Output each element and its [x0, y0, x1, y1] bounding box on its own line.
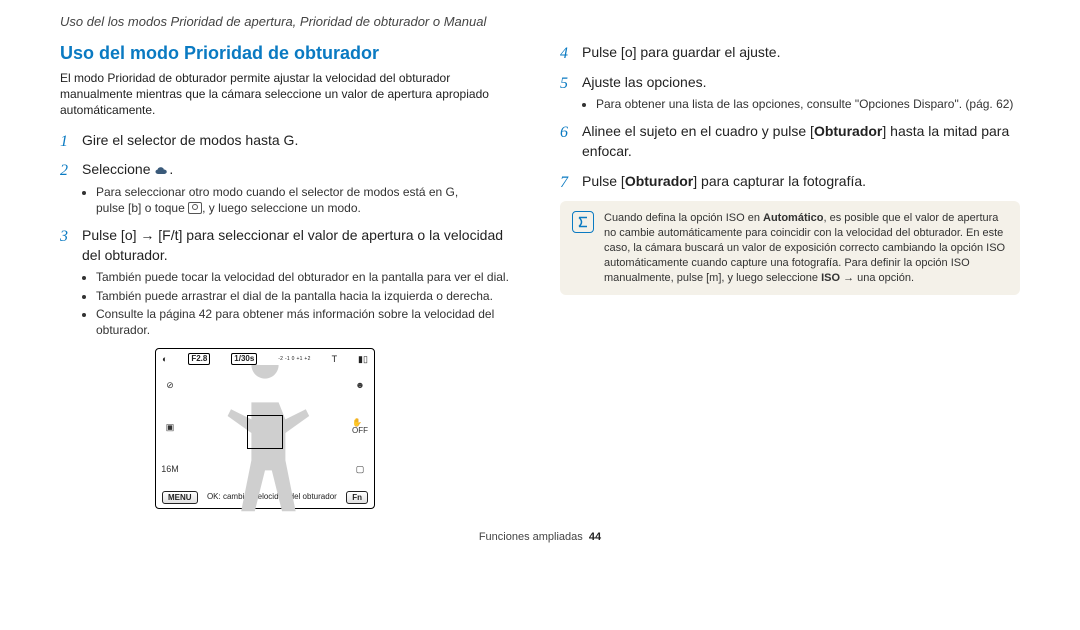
- step-6: 6 Alinee el sujeto en el cuadro y pulse …: [560, 122, 1020, 161]
- step-4: 4 Pulse [o] para guardar el ajuste.: [560, 43, 1020, 63]
- footer-section: Funciones ampliadas: [479, 531, 583, 543]
- step-2-sub-b: pulse [: [96, 201, 131, 215]
- note-text: Cuando defina la opción ISO en Automátic…: [604, 211, 1008, 285]
- note-icon: [572, 211, 594, 233]
- note-a: Cuando defina la opción ISO en: [604, 212, 763, 224]
- flash-off-icon: ⊘: [166, 380, 174, 391]
- step-3-sub-a: También puede tocar la velocidad del obt…: [96, 269, 520, 285]
- step-number: 5: [560, 73, 568, 95]
- step-7: 7 Pulse [Obturador] para capturar la fot…: [560, 172, 1020, 192]
- step-1-text-b: G: [284, 132, 295, 148]
- step-7-b: Obturador: [625, 173, 693, 189]
- step-number: 3: [60, 226, 68, 248]
- step-6-b: Obturador: [814, 123, 882, 139]
- person-silhouette-icon: [180, 365, 350, 535]
- aperture-readout: F2.8: [188, 353, 210, 365]
- shutter-readout: 1/30s: [231, 353, 257, 365]
- step-2-sub-b3: ] o toque: [138, 201, 188, 215]
- step-2: 2 Seleccione . Para seleccionar otro mod…: [60, 160, 520, 216]
- intro-paragraph: El modo Prioridad de obturador permite a…: [60, 70, 520, 119]
- note-e: ], y luego seleccione: [718, 272, 821, 284]
- step-2-sub-a2: G: [446, 185, 455, 199]
- lcd-preview: ◐ F2.8 1/30s -2 -1 0 +1 +2 T ▮▯ ⊘ ▣ 16M: [155, 348, 375, 509]
- step-2-text-a: Seleccione: [82, 161, 154, 177]
- frame-icon: ▣: [166, 422, 175, 433]
- step-3-sub-b: También puede arrastrar el dial de la pa…: [96, 288, 520, 304]
- signal-icon: T: [332, 354, 338, 364]
- step-2-sub-a: Para seleccionar otro modo cuando el sel…: [96, 185, 446, 199]
- step-3-a4: F: [162, 227, 171, 243]
- left-column: Uso del modo Prioridad de obturador El m…: [60, 43, 520, 509]
- step-4-a2: o: [625, 44, 633, 60]
- step-number: 1: [60, 131, 68, 153]
- step-2-sub-a3: ,: [455, 185, 458, 199]
- note-d: m: [709, 272, 718, 284]
- step-number: 2: [60, 160, 68, 182]
- step-2-sub: Para seleccionar otro modo cuando el sel…: [96, 184, 520, 216]
- step-3-a: Pulse [: [82, 227, 125, 243]
- single-icon: ▢: [356, 464, 365, 475]
- step-3-a3: ] → [: [133, 227, 163, 243]
- step-3-a2: o: [125, 227, 133, 243]
- section-title: Uso del modo Prioridad de obturador: [60, 43, 520, 64]
- footer-page: 44: [589, 531, 601, 543]
- note-f: ISO: [821, 272, 840, 284]
- battery-icon: ▮▯: [358, 354, 368, 365]
- step-6-a: Alinee el sujeto en el cuadro y pulse [: [582, 123, 814, 139]
- step-4-a: Pulse [: [582, 44, 625, 60]
- step-7-c: ] para capturar la fotografía.: [693, 173, 866, 189]
- note-b: Automático: [763, 212, 824, 224]
- face-icon: ☻: [355, 380, 364, 390]
- step-3-sub-c: Consulte la página 42 para obtener más i…: [96, 306, 520, 338]
- step-1-text-a: Gire el selector de modos hasta: [82, 132, 284, 148]
- note-g: → una opción.: [840, 272, 914, 284]
- step-number: 7: [560, 172, 568, 194]
- step-7-a: Pulse [: [582, 173, 625, 189]
- hand-off-icon: ✋OFF: [352, 419, 368, 435]
- mode-icon: ◐: [162, 354, 167, 364]
- step-1: 1 Gire el selector de modos hasta G.: [60, 131, 520, 151]
- step-2-text-b: .: [169, 161, 173, 177]
- step-1-text-c: .: [294, 132, 298, 148]
- camera-icon: [188, 202, 202, 214]
- cloud-mode-icon: [154, 162, 169, 172]
- step-number: 4: [560, 43, 568, 65]
- step-5-a: Ajuste las opciones.: [582, 74, 707, 90]
- ev-scale: -2 -1 0 +1 +2: [278, 356, 311, 362]
- right-column: 4 Pulse [o] para guardar el ajuste. 5 Aj…: [560, 43, 1020, 509]
- step-number: 6: [560, 122, 568, 144]
- note-box: Cuando defina la opción ISO en Automátic…: [560, 201, 1020, 295]
- step-3: 3 Pulse [o] → [F/t] para seleccionar el …: [60, 226, 520, 338]
- step-2-sub-b4: , y luego seleccione un modo.: [202, 201, 361, 215]
- focus-square: [247, 415, 283, 449]
- step-5-sub: Para obtener una lista de las opciones, …: [596, 96, 1020, 112]
- size-icon: 16M: [161, 464, 179, 474]
- step-4-a3: ] para guardar el ajuste.: [633, 44, 781, 60]
- step-5: 5 Ajuste las opciones. Para obtener una …: [560, 73, 1020, 113]
- page-header: Uso del los modos Prioridad de apertura,…: [60, 14, 1020, 29]
